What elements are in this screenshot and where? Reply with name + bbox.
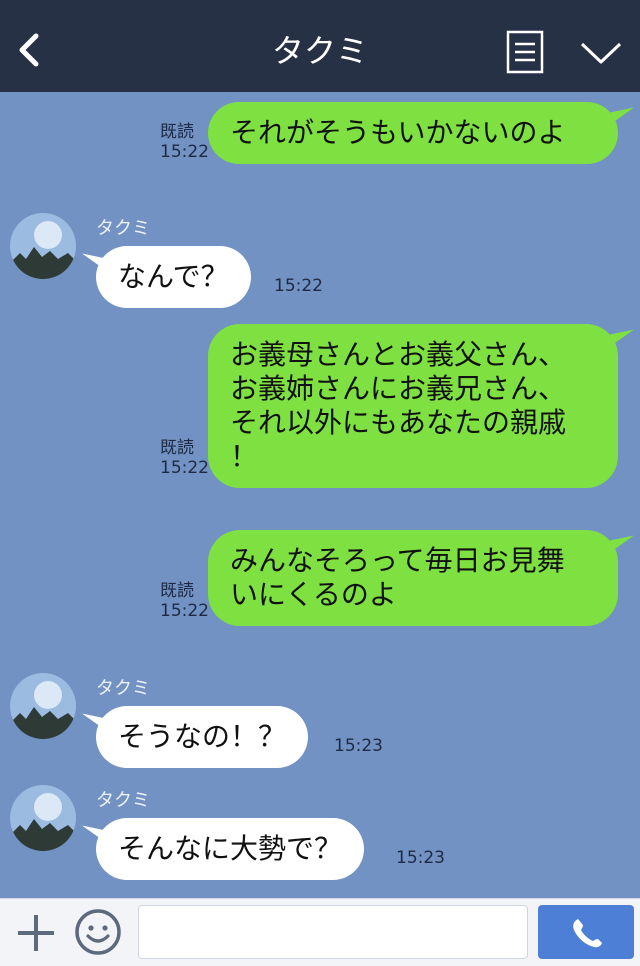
message-bubble: お義母さんとお義父さん、 お義姉さんにお義兄さん、 それ以外にもあなたの親戚 ！	[208, 324, 618, 488]
add-button[interactable]	[14, 911, 58, 955]
message-time: 15:23	[334, 736, 383, 756]
input-bar	[0, 898, 640, 966]
message-bubble: みんなそろって毎日お見舞 いにくるのよ	[208, 530, 618, 626]
read-receipt: 既読	[160, 438, 194, 458]
read-receipt: 既読	[160, 122, 194, 142]
message-meta: 既読 15:22	[160, 122, 209, 162]
message-bubble[interactable]: そんなに大勢で？	[96, 818, 365, 880]
message-outgoing[interactable]: お義母さんとお義父さん、 お義姉さんにお義兄さん、 それ以外にもあなたの親戚 ！	[208, 324, 618, 488]
sender-name: タクミ	[96, 218, 150, 239]
avatar-icon	[10, 785, 76, 851]
message-meta: 既読 15:22	[160, 438, 209, 478]
sender-name: タクミ	[96, 678, 150, 699]
message-time: 15:22	[160, 458, 209, 478]
avatar-icon	[10, 213, 76, 279]
message-time: 15:22	[160, 142, 209, 162]
message-input[interactable]	[138, 905, 528, 959]
message-time: 15:23	[396, 848, 445, 868]
call-button[interactable]	[538, 905, 634, 959]
chevron-down-icon	[580, 42, 622, 64]
message-time: 15:22	[160, 601, 209, 621]
emoji-icon	[75, 909, 121, 955]
message-meta: 既読 15:22	[160, 581, 209, 621]
chat-title: タクミ	[271, 32, 368, 70]
plus-icon	[18, 915, 54, 951]
message-outgoing[interactable]: みんなそろって毎日お見舞 いにくるのよ	[208, 530, 618, 626]
message-outgoing[interactable]: それがそうもいかないのよ	[208, 102, 618, 164]
read-receipt: 既読	[160, 581, 194, 601]
message-bubble[interactable]: なんで？	[96, 246, 251, 308]
avatar-icon	[10, 673, 76, 739]
menu-button[interactable]	[506, 30, 544, 74]
message-time: 15:22	[274, 276, 323, 296]
emoji-button[interactable]	[74, 908, 122, 956]
sender-name: タクミ	[96, 790, 150, 811]
phone-icon	[573, 919, 602, 948]
expand-button[interactable]	[578, 38, 624, 68]
chat-header: タクミ	[0, 0, 640, 92]
message-bubble: それがそうもいかないのよ	[208, 102, 618, 164]
message-bubble[interactable]: そうなの！？	[96, 706, 309, 768]
avatar[interactable]	[10, 673, 76, 739]
avatar[interactable]	[10, 785, 76, 851]
menu-list-icon	[506, 30, 544, 74]
avatar[interactable]	[10, 213, 76, 279]
chat-area[interactable]: 既読 15:22 それがそうもいかないのよ タクミ なんで？ 15:22 既読 …	[0, 92, 640, 898]
